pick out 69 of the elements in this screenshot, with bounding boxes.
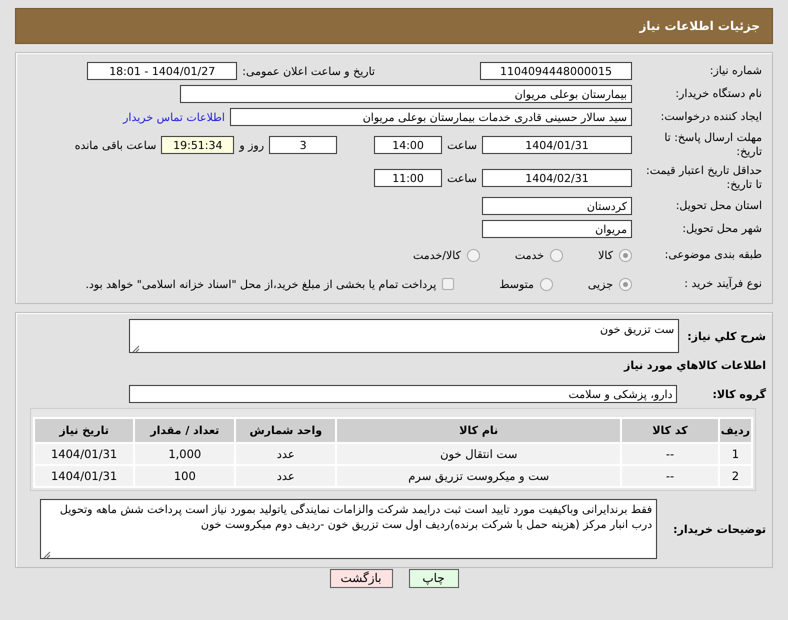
table-cell: عدد <box>236 444 336 464</box>
days-field[interactable]: 3 <box>269 136 338 154</box>
radio-button[interactable] <box>619 278 632 290</box>
deadline-time-field[interactable]: 14:00 <box>374 136 442 154</box>
field-label: حداقل تاریخ اعتبار قیمت: تا تاریخ: <box>645 164 763 192</box>
option-label: متوسط <box>499 278 534 290</box>
validity-date-field[interactable]: 1404/02/31 <box>482 169 632 187</box>
column-header: کد کالا <box>622 419 718 442</box>
field-label: نوع فرآیند خرید : <box>683 277 763 291</box>
table-cell: ست انتقال خون <box>337 444 620 464</box>
buyer-name-field[interactable]: بیمارستان بوعلی مریوان <box>180 85 632 103</box>
buyer-notes-field[interactable] <box>40 499 658 559</box>
remaining-time-field[interactable]: 19:51:34 <box>161 136 234 154</box>
option-label: کالا <box>598 248 613 262</box>
radio-button[interactable] <box>619 248 632 262</box>
table-cell: 1,000 <box>135 444 234 464</box>
column-header: واحد شمارش <box>236 419 336 442</box>
product-group-field[interactable]: دارو، پزشکی و سلامت <box>129 385 678 403</box>
table-cell: -- <box>622 444 718 464</box>
contact-link[interactable]: اطلاعات تماس خریدار <box>123 110 225 124</box>
summary-text: ست تزریق خون <box>600 323 674 336</box>
column-header: تاریخ نیاز <box>35 419 134 442</box>
field-label: ایجاد کننده درخواست: <box>660 110 763 124</box>
table-cell: عدد <box>236 466 336 486</box>
table-cell: 1 <box>720 444 751 464</box>
buyer-notes-text: فقط برندایرانی وباکیفیت مورد تایید است ثبت درایمد شرکت والزامات نمایندگی یاتولید بمورد نیاز است پرداخت شش ماهه وتحویل درب انبار مرکز (هزینه حمل با شرکت برنده)ردیف اول ست تزریق خون -ردیف دوم میکروست خون <box>60 503 652 531</box>
table-cell: 1404/01/31 <box>35 444 134 464</box>
table-cell: 100 <box>135 466 234 486</box>
column-header: نام کالا <box>337 419 620 442</box>
table-cell: ست و میکروست تزریق سرم <box>337 466 620 486</box>
city-field[interactable]: مریوان <box>482 220 632 238</box>
deadline-date-field[interactable]: 1404/01/31 <box>482 136 632 154</box>
option-label: جزیی <box>588 278 613 290</box>
print-button[interactable]: چاپ <box>408 569 458 588</box>
field-label: نام دستگاه خریدار: <box>674 87 763 101</box>
field-label: استان محل تحویل: <box>674 199 763 213</box>
field-label: شرح کلي نياز: <box>687 330 766 342</box>
page-header: جزئیات اطلاعات نیاز <box>15 8 773 44</box>
field-label: مهلت ارسال پاسخ: تا تاریخ: <box>663 131 763 159</box>
checkbox[interactable] <box>442 278 454 290</box>
payment-note: پرداخت تمام یا بخشی از مبلغ خرید،از محل "اسناد خزانه اسلامی" خواهد بود. <box>86 278 436 290</box>
table-cell: 1404/01/31 <box>35 466 134 486</box>
option-label: کالا/خدمت <box>413 248 461 262</box>
radio-button[interactable] <box>540 278 553 290</box>
need-number-field[interactable]: 1104094448000015 <box>480 62 632 80</box>
field-label: تاریخ و ساعت اعلان عمومی: <box>242 64 375 78</box>
radio-button[interactable] <box>550 248 564 262</box>
section-heading: اطلاعات كالاهاي مورد نياز <box>622 359 766 372</box>
radio-button[interactable] <box>466 248 480 262</box>
table-cell: 2 <box>720 466 751 486</box>
field-label: طبقه بندی موضوعی: <box>664 248 763 262</box>
field-label: شهر محل تحویل: <box>681 222 763 236</box>
table-cell: -- <box>622 466 718 486</box>
back-button[interactable]: بازگشت <box>330 569 392 588</box>
validity-time-field[interactable]: 11:00 <box>374 169 442 187</box>
remaining-label: ساعت باقی مانده <box>74 138 156 152</box>
field-label: شماره نیاز: <box>708 64 763 78</box>
field-label: توضیحات خریدار: <box>673 522 766 536</box>
time-label: ساعت <box>447 138 477 152</box>
summary-field[interactable]: ست تزریق خون <box>129 319 680 353</box>
column-header: تعداد / مقدار <box>135 419 234 442</box>
time-label: ساعت <box>447 172 477 184</box>
days-label: روز و <box>239 138 264 152</box>
field-label: گروه کالا: <box>712 388 766 400</box>
column-header: ردیف <box>720 419 751 442</box>
requester-field[interactable]: سید سالار حسینی قادری خدمات بیمارستان بوعلی مریوان <box>230 108 632 126</box>
province-field[interactable]: کردستان <box>482 197 632 215</box>
announce-date-field[interactable]: 1404/01/27 - 18:01 <box>87 62 238 80</box>
option-label: خدمت <box>514 248 544 262</box>
